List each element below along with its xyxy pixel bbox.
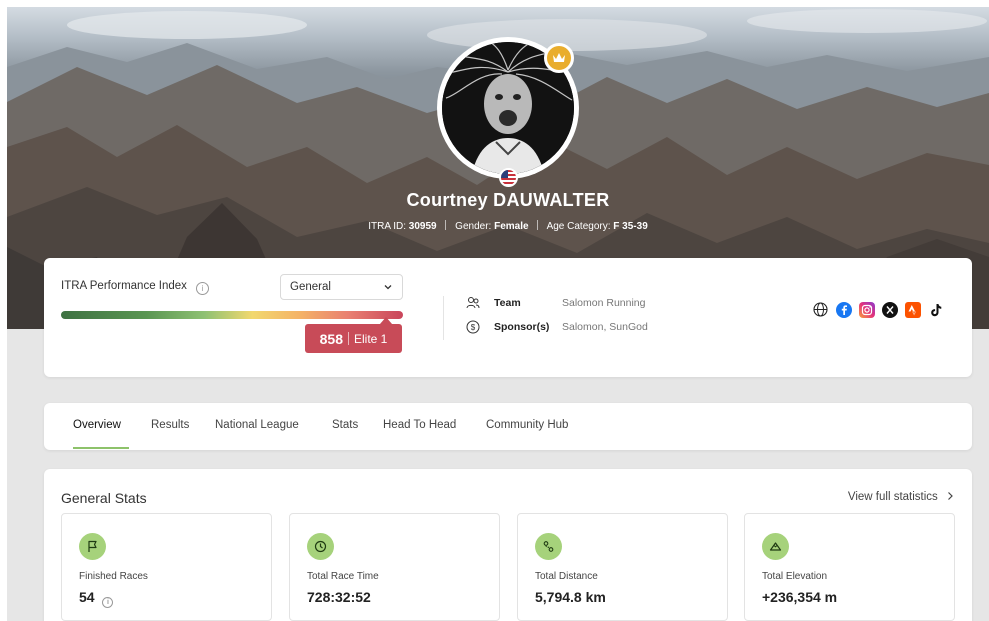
stat-label: Total Race Time	[307, 571, 379, 582]
clock-icon	[307, 533, 334, 560]
performance-category-select[interactable]: General	[280, 274, 403, 300]
social-links	[812, 301, 944, 318]
select-value: General	[290, 281, 331, 293]
profile-tabs: Overview Results National League Stats H…	[44, 403, 972, 450]
sponsor-label: Sponsor(s)	[494, 321, 550, 333]
itra-id-label: ITRA ID:	[368, 221, 407, 232]
active-tab-indicator	[73, 447, 129, 449]
age-category-value: F 35-39	[613, 221, 648, 232]
strava-icon[interactable]	[904, 301, 921, 318]
meta-divider	[445, 220, 447, 230]
performance-index-title: ITRA Performance Index	[61, 280, 187, 292]
general-stats-title: General Stats	[61, 490, 147, 506]
athlete-name: Courtney DAUWALTER	[406, 190, 610, 210]
stat-total-distance: Total Distance 5,794.8 km	[517, 513, 728, 621]
us-flag-icon	[499, 168, 518, 187]
view-full-statistics-link[interactable]: View full statistics	[848, 491, 954, 503]
stat-label: Total Distance	[535, 571, 598, 582]
team-icon	[466, 297, 480, 309]
stat-value: 54 i	[79, 589, 114, 608]
stat-label: Finished Races	[79, 571, 148, 582]
mountain-icon	[762, 533, 789, 560]
globe-icon[interactable]	[812, 301, 829, 318]
sponsor-value: Salomon, SunGod	[562, 321, 648, 333]
facebook-icon[interactable]	[835, 301, 852, 318]
stat-value: 728:32:52	[307, 589, 371, 605]
view-full-statistics-label: View full statistics	[847, 491, 938, 503]
x-icon[interactable]	[881, 301, 898, 318]
dollar-icon: $	[466, 320, 480, 334]
team-row: Team Salomon Running	[466, 296, 645, 310]
gauge-pointer	[379, 317, 392, 324]
svg-text:$: $	[471, 323, 476, 332]
team-value: Salomon Running	[562, 297, 646, 309]
page: Courtney DAUWALTER ITRA ID: 30959 Gender…	[7, 7, 989, 621]
gender-value: Female	[494, 221, 529, 232]
team-label: Team	[494, 297, 521, 309]
stat-label: Total Elevation	[762, 571, 828, 582]
distance-icon	[535, 533, 562, 560]
stat-finished-races: Finished Races 54 i	[61, 513, 272, 621]
sponsor-row: $ Sponsor(s) Salomon, SunGod	[466, 320, 648, 334]
score-value: 858	[319, 330, 343, 347]
instagram-icon[interactable]	[858, 301, 875, 318]
chevron-down-icon	[384, 285, 392, 290]
score-badge: 858 Elite 1	[305, 324, 402, 353]
stat-value: 5,794.8 km	[535, 589, 606, 605]
performance-gauge	[61, 311, 403, 319]
score-divider	[348, 332, 349, 345]
crown-icon	[544, 43, 574, 73]
general-stats-card: General Stats View full statistics Finis…	[44, 469, 972, 621]
tab-results[interactable]: Results	[151, 419, 189, 431]
performance-index-label: ITRA Performance Index i	[61, 280, 210, 295]
performance-card: ITRA Performance Index i General 858 Eli…	[44, 258, 972, 377]
stat-value: +236,354 m	[762, 589, 838, 605]
itra-id-value: 30959	[408, 221, 437, 232]
tiktok-icon[interactable]	[927, 301, 944, 318]
gender-label: Gender:	[455, 221, 492, 232]
card-divider	[443, 296, 444, 340]
tab-overview[interactable]: Overview	[73, 419, 121, 431]
stat-total-race-time: Total Race Time 728:32:52	[289, 513, 500, 621]
tab-stats[interactable]: Stats	[332, 419, 358, 431]
tab-head-to-head[interactable]: Head To Head	[383, 419, 456, 431]
chevron-right-icon	[948, 492, 953, 500]
meta-divider	[537, 220, 539, 230]
score-level: Elite 1	[354, 331, 388, 346]
age-category-label: Age Category:	[546, 221, 611, 232]
tab-national-league[interactable]: National League	[215, 419, 299, 431]
info-icon[interactable]: i	[102, 597, 114, 608]
stat-total-elevation: Total Elevation +236,354 m	[744, 513, 955, 621]
info-icon[interactable]: i	[196, 282, 210, 295]
tab-community-hub[interactable]: Community Hub	[486, 419, 568, 431]
athlete-meta: ITRA ID: 30959 Gender: Female Age Catego…	[7, 220, 989, 232]
flag-icon	[79, 533, 106, 560]
finished-races-value: 54	[79, 589, 95, 605]
